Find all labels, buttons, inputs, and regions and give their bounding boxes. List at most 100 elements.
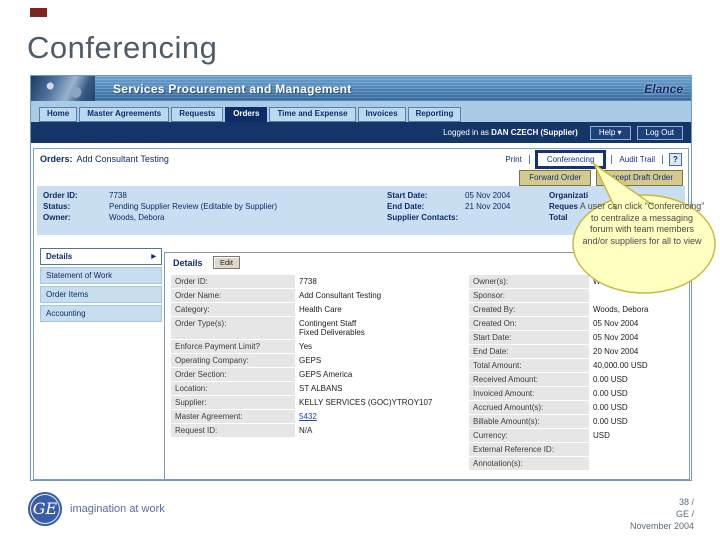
sidebar-item-label: Statement of Work [46, 271, 113, 280]
app-header: Services Procurement and Management Elan… [31, 76, 691, 101]
summary-column-2: Start Date: 05 Nov 2004 End Date: 21 Nov… [387, 191, 545, 222]
details-value: 40,000.00 USD [593, 361, 648, 370]
details-row: Received Amount: 0.00 USD [469, 373, 685, 386]
details-row: Master Agreement: 5432 [171, 410, 459, 423]
details-label: Location: [171, 382, 295, 395]
details-row: Order Type(s): Contingent Staff Fixed De… [171, 317, 459, 339]
summary-row: Order ID: 7738 [43, 191, 378, 200]
footer-line: 38 / [678, 497, 694, 507]
nav-tab[interactable]: Home [39, 107, 78, 122]
details-label: Total Amount: [469, 359, 589, 372]
details-row: Billable Amount(s): 0.00 USD [469, 415, 685, 428]
page-title: Conferencing [27, 30, 218, 65]
nav-tab-label: Invoices [365, 109, 398, 118]
summary-label: Order ID: [43, 191, 78, 200]
details-row: External Reference ID: [469, 443, 685, 456]
details-label: Order Name: [171, 289, 295, 302]
details-value: 0.00 USD [593, 417, 628, 426]
sidebar-item[interactable]: Statement of Work [40, 267, 162, 284]
nav-tab-label: Orders [233, 109, 260, 118]
details-value: GEPS America [299, 370, 353, 379]
details-value: Yes [299, 342, 313, 351]
summary-value: 21 Nov 2004 [465, 202, 511, 211]
footer-line: November 2004 [629, 521, 694, 531]
print-link[interactable]: Print [500, 155, 526, 164]
details-value: Add Consultant Testing [299, 291, 382, 300]
slide: Conferencing Services Procurement and Ma… [0, 0, 720, 540]
summary-label: Status: [43, 202, 71, 211]
details-heading: Details [173, 258, 203, 268]
details-value: N/A [299, 426, 313, 435]
details-value: Woods, Debora [593, 305, 649, 314]
details-value: 7738 [299, 277, 317, 286]
logout-button[interactable]: Log Out [636, 125, 683, 140]
sidebar-item-label: Order Items [46, 290, 89, 299]
details-row: Category: Health Care [171, 303, 459, 316]
nav-tab[interactable]: Master Agreements [79, 107, 170, 122]
help-button[interactable]: Help ▾ [589, 125, 631, 140]
details-label: Master Agreement: [171, 410, 295, 423]
slide-footer: 38 / GE / November 2004 [630, 496, 694, 532]
details-row: Enforce Payment Limit? Yes [171, 340, 459, 353]
nav-tab[interactable]: Time and Expense [269, 107, 356, 122]
details-row: Currency: USD [469, 429, 685, 442]
footer-line: GE / [675, 509, 694, 519]
nav-tab-label: Master Agreements [87, 109, 162, 118]
details-label: Order ID: [171, 275, 295, 288]
details-label: Created By: [469, 303, 589, 316]
sidebar-item[interactable]: Accounting [40, 305, 162, 322]
details-row: Order Section: GEPS America [171, 368, 459, 381]
details-value: 0.00 USD [593, 375, 628, 384]
details-value: 0.00 USD [593, 403, 628, 412]
details-value[interactable]: 5432 [297, 410, 459, 423]
app-title: Services Procurement and Management [113, 82, 352, 96]
nav-tab[interactable]: Orders [225, 107, 268, 122]
orders-label: Orders: [40, 154, 73, 164]
nav-tab[interactable]: Reporting [407, 107, 462, 122]
details-row: Order ID: 7738 [171, 275, 459, 288]
details-label: Request ID: [171, 424, 295, 437]
sidebar-item[interactable]: Details ▶ [40, 248, 162, 265]
chevron-right-icon: ▶ [151, 253, 156, 260]
nav-tab[interactable]: Requests [171, 107, 224, 122]
nav-tabs: Home Master Agreements Requests Orders T… [31, 101, 691, 122]
details-row: Supplier: KELLY SERVICES (GOC)YTROY107 [171, 396, 459, 409]
details-row: Location: ST ALBANS [171, 382, 459, 395]
details-label: Created On: [469, 317, 589, 330]
details-label: Billable Amount(s): [469, 415, 589, 428]
details-label: Invoiced Amount: [469, 387, 589, 400]
edit-button[interactable]: Edit [213, 256, 240, 269]
details-label: Received Amount: [469, 373, 589, 386]
nav-tab[interactable]: Invoices [357, 107, 406, 122]
summary-label: Supplier Contacts: [387, 213, 459, 222]
details-value [591, 443, 685, 456]
details-row: Request ID: N/A [171, 424, 459, 437]
details-label: Supplier: [171, 396, 295, 409]
summary-column-1: Order ID: 7738 Status: Pending Supplier … [43, 191, 378, 222]
details-value: Health Care [299, 305, 342, 314]
details-value: GEPS [299, 356, 322, 365]
elance-logo: Elance [644, 82, 683, 96]
summary-value: Woods, Debora [109, 213, 165, 222]
details-row: Created By: Woods, Debora [469, 303, 685, 316]
details-value: USD [593, 431, 610, 440]
details-table-right: Owner(s): Woods, Debora Sponsor: Created… [469, 275, 685, 470]
details-table-left: Order ID: 7738 Order Name: Add Consultan… [171, 275, 459, 437]
order-name: Add Consultant Testing [76, 154, 169, 164]
callout-text: A user can click “Conferencing” to centr… [579, 201, 705, 246]
details-value: 20 Nov 2004 [593, 347, 639, 356]
nav-tab-label: Requests [179, 109, 216, 118]
details-label: Category: [171, 303, 295, 316]
summary-value: 05 Nov 2004 [465, 191, 511, 200]
order-sidebar-menu: Details ▶ Statement of Work Order Items [40, 248, 162, 322]
details-value [591, 457, 685, 470]
details-label: Order Type(s): [171, 317, 295, 339]
sidebar-item[interactable]: Order Items [40, 286, 162, 303]
details-label: Enforce Payment Limit? [171, 340, 295, 353]
details-label: Order Section: [171, 368, 295, 381]
slide-corner-mark [30, 8, 47, 17]
ge-tagline: imagination at work [70, 503, 165, 515]
details-value: Contingent Staff Fixed Deliverables [299, 319, 365, 337]
details-label: Annotation(s): [469, 457, 589, 470]
nav-tab-label: Home [47, 109, 70, 118]
